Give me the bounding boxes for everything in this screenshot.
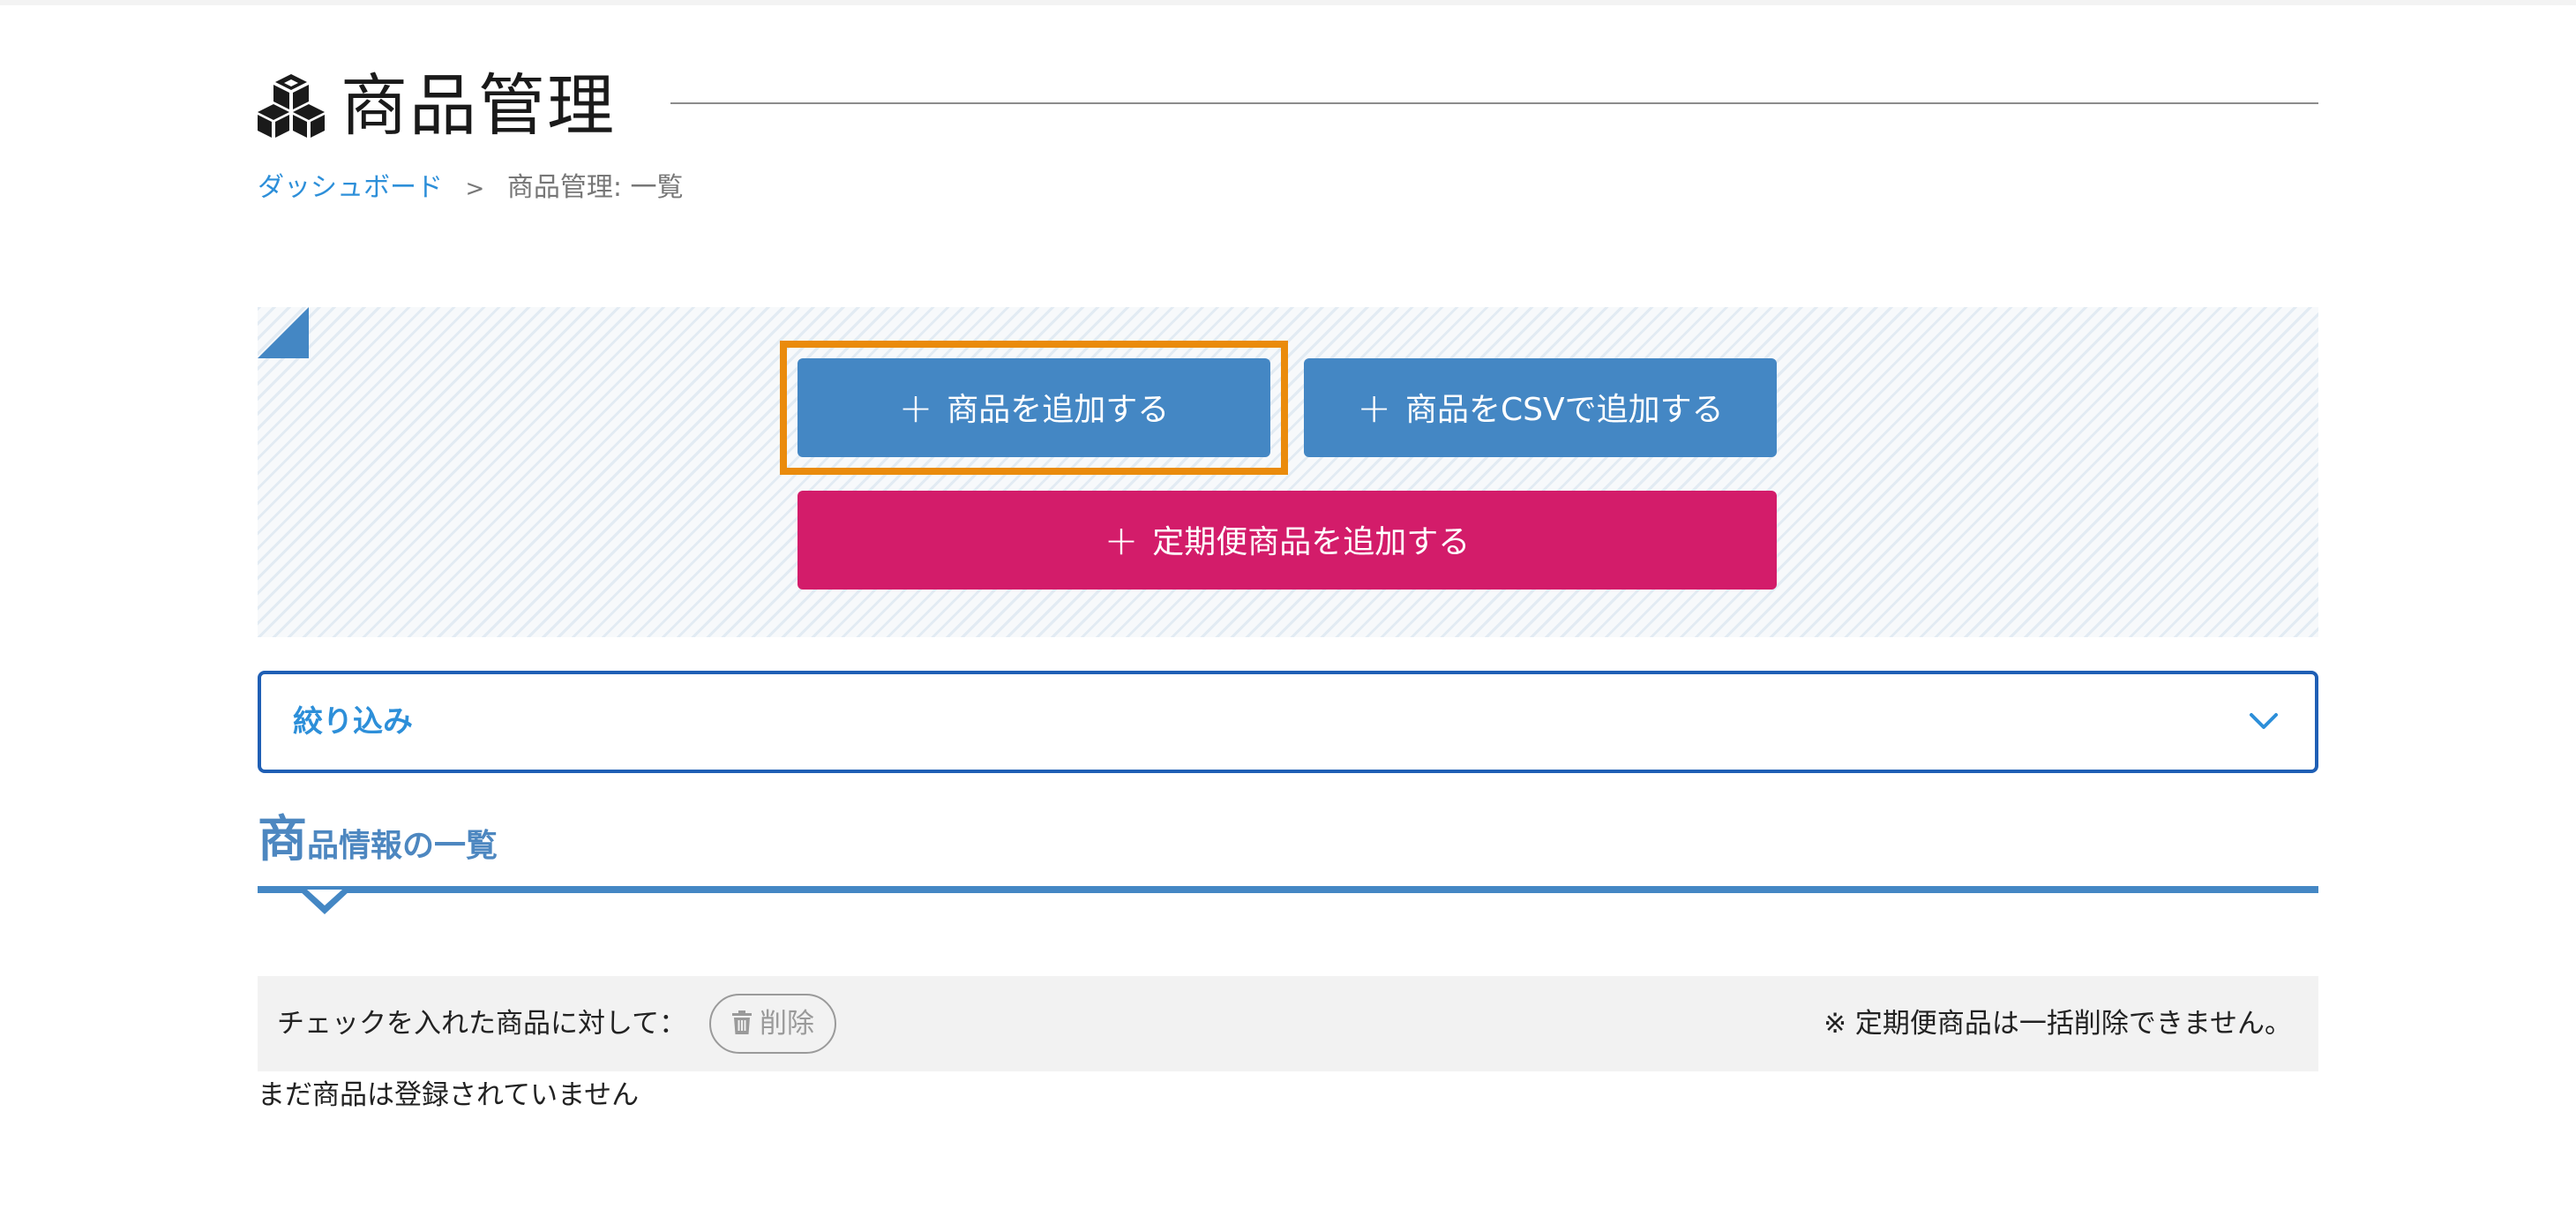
page-title: 商品管理	[341, 66, 616, 145]
section-notch-decoration	[298, 890, 351, 914]
breadcrumb-separator: >	[465, 176, 485, 202]
add-product-button[interactable]: + 商品を追加する	[798, 358, 1270, 457]
trash-icon	[732, 1010, 752, 1034]
add-subscription-label: 定期便商品を追加する	[1152, 524, 1471, 560]
breadcrumb-current: 商品管理: 一覧	[506, 172, 684, 203]
add-csv-label: 商品をCSVで追加する	[1404, 392, 1724, 428]
bulk-action-bar: チェックを入れた商品に対して： 削除 ※ 定期便商品は一括削除できません。	[258, 976, 2318, 1071]
add-product-label: 商品を追加する	[947, 392, 1170, 428]
bulk-delete-button[interactable]: 削除	[709, 994, 836, 1054]
bulk-note: ※ 定期便商品は一括削除できません。	[1823, 1008, 2292, 1040]
action-panel: + 商品を追加する + 商品をCSVで追加する + 定期便商品を追加する	[258, 307, 2318, 637]
chevron-down-icon	[2250, 713, 2278, 729]
add-csv-button[interactable]: + 商品をCSVで追加する	[1304, 358, 1777, 457]
breadcrumb: ダッシュボード > 商品管理: 一覧	[258, 168, 684, 208]
section-title-rest: 品情報の一覧	[307, 828, 498, 864]
delete-label: 削除	[760, 1008, 814, 1040]
plus-icon: +	[1104, 516, 1139, 564]
plus-icon: +	[1357, 384, 1391, 432]
bulk-action-label: チェックを入れた商品に対して：	[277, 1008, 687, 1040]
section-title-first: 商	[258, 811, 307, 868]
add-subscription-button[interactable]: + 定期便商品を追加する	[798, 491, 1777, 590]
section-title: 商品情報の一覧	[258, 800, 498, 868]
breadcrumb-dashboard-link[interactable]: ダッシュボード	[258, 172, 443, 203]
empty-message: まだ商品は登録されていません	[258, 1079, 640, 1111]
filter-toggle[interactable]: 絞り込み	[258, 671, 2318, 773]
cubes-icon	[258, 74, 325, 138]
plus-icon: +	[898, 384, 933, 432]
header-divider	[670, 102, 2318, 104]
section-divider	[258, 886, 2318, 893]
panel-corner-decoration	[258, 307, 309, 358]
filter-label: 絞り込み	[293, 704, 413, 740]
page-header: 商品管理	[258, 64, 2318, 148]
page: 商品管理 ダッシュボード > 商品管理: 一覧 + 商品を追加する + 商品をCSV…	[258, 0, 2318, 1232]
